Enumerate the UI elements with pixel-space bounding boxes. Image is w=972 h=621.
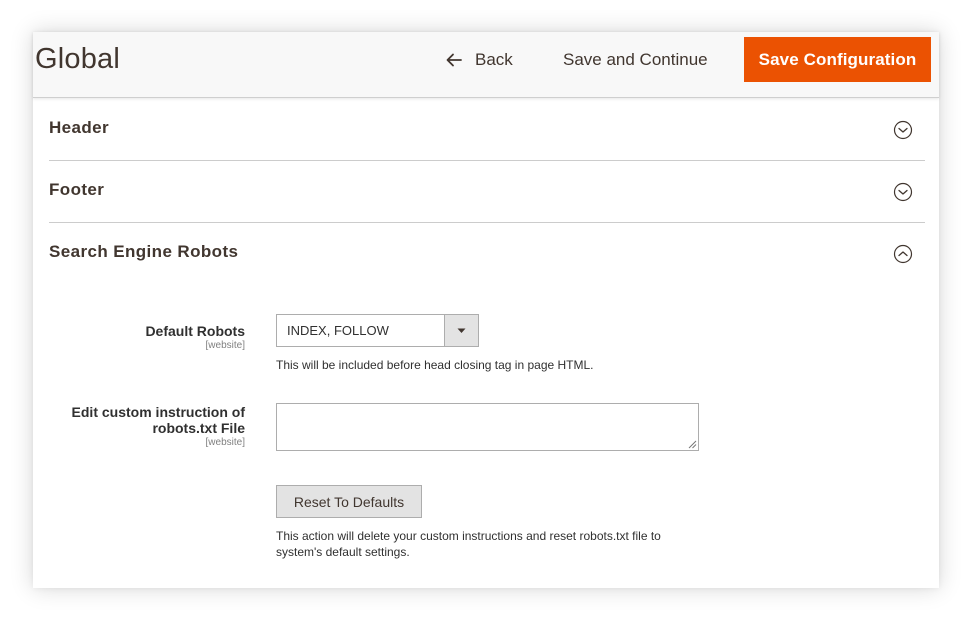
save-and-continue-button[interactable]: Save and Continue [563, 48, 708, 72]
section-title: Header [49, 118, 110, 137]
reset-note-line2: system's default settings. [276, 545, 410, 559]
config-panel: Global Back Save and Continue Save Confi… [33, 32, 939, 588]
default-robots-scope: [website] [205, 340, 245, 351]
save-configuration-button[interactable]: Save Configuration [744, 37, 931, 82]
section-header[interactable]: Header [49, 98, 925, 161]
back-button-label: Back [475, 50, 513, 69]
caret-down-icon [457, 328, 466, 333]
section-title: Footer [49, 180, 105, 199]
custom-instruction-label-line1: Edit custom instruction of [71, 404, 245, 420]
section-search-engine-robots[interactable]: Search Engine Robots [49, 222, 925, 284]
arrow-left-icon [446, 53, 462, 67]
dropdown-toggle[interactable] [444, 315, 478, 346]
reset-note: This action will delete your custom inst… [276, 528, 736, 560]
reset-note-line1: This action will delete your custom inst… [276, 529, 661, 543]
page-actions-bar: Global Back Save and Continue Save Confi… [33, 32, 939, 98]
custom-instruction-scope: [website] [205, 437, 245, 448]
reset-to-defaults-button[interactable]: Reset To Defaults [276, 485, 422, 518]
chevron-down-icon[interactable] [893, 182, 913, 202]
chevron-down-icon[interactable] [893, 120, 913, 140]
resize-handle-icon[interactable] [688, 440, 697, 449]
section-footer[interactable]: Footer [49, 160, 925, 223]
reset-to-defaults-label: Reset To Defaults [293, 493, 405, 510]
custom-instruction-textarea[interactable] [276, 403, 699, 451]
chevron-up-icon[interactable] [893, 244, 913, 264]
section-title: Search Engine Robots [49, 242, 239, 261]
default-robots-note: This will be included before head closin… [276, 358, 594, 372]
back-button[interactable]: Back [446, 48, 513, 72]
default-robots-selected-value: INDEX, FOLLOW [287, 323, 389, 338]
custom-instruction-label: Edit custom instruction of robots.txt Fi… [53, 404, 245, 436]
custom-instruction-label-line2: robots.txt File [152, 420, 245, 436]
default-robots-select[interactable]: INDEX, FOLLOW [276, 314, 479, 347]
page-title: Global [35, 43, 121, 75]
default-robots-label: Default Robots [145, 323, 245, 339]
save-configuration-label: Save Configuration [758, 49, 917, 69]
